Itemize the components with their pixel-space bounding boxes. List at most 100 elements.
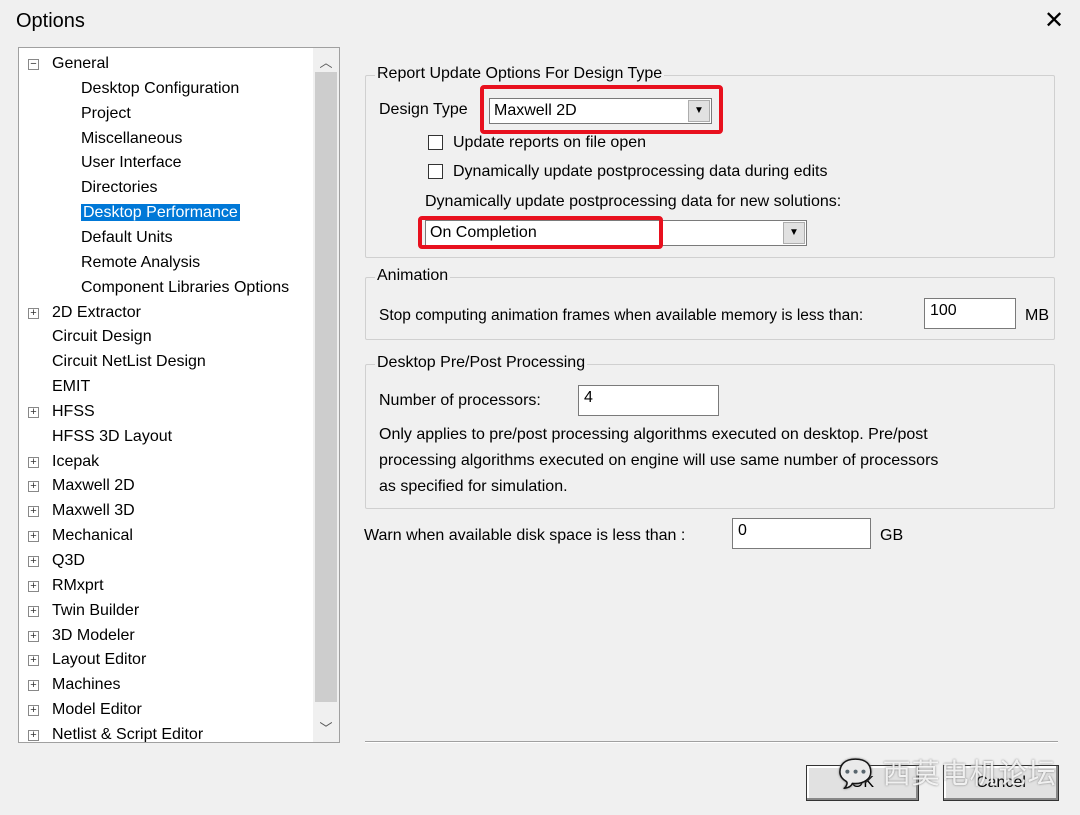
note-line: as specified for simulation. bbox=[379, 478, 568, 495]
expand-icon[interactable]: + bbox=[28, 456, 39, 468]
dynamic-edits-checkbox[interactable] bbox=[428, 164, 443, 179]
tree-item[interactable]: Directories bbox=[81, 177, 157, 199]
tree-item-label: Maxwell 2D bbox=[52, 477, 135, 495]
separator bbox=[365, 741, 1058, 743]
tree-item-label: Icepak bbox=[52, 452, 100, 470]
processors-label: Number of processors: bbox=[379, 392, 541, 409]
update-on-open-checkbox[interactable] bbox=[428, 135, 443, 150]
tree-item-label: Circuit Design bbox=[52, 328, 152, 346]
wechat-icon: 💬 bbox=[838, 758, 874, 789]
tree-item-label: Component Libraries Options bbox=[81, 278, 290, 296]
expand-icon[interactable]: + bbox=[28, 307, 39, 319]
chevron-down-icon[interactable]: ▼ bbox=[783, 222, 805, 244]
tree-item-label: Layout Editor bbox=[52, 651, 147, 669]
tree-item[interactable]: Component Libraries Options bbox=[81, 277, 289, 299]
tree-item-label: Circuit NetList Design bbox=[52, 353, 206, 371]
watermark-logo: 💬 西莫电机论坛 bbox=[838, 758, 1057, 789]
expand-icon[interactable]: + bbox=[28, 406, 39, 418]
tree-item[interactable]: Default Units bbox=[81, 227, 173, 249]
tree-scrollbar[interactable]: ︿ ﹀ bbox=[313, 48, 339, 742]
dynamic-edits-label: Dynamically update postprocessing data d… bbox=[453, 163, 828, 180]
tree-item[interactable]: Netlist & Script Editor bbox=[52, 724, 204, 743]
disk-space-input[interactable]: 0 bbox=[732, 518, 871, 549]
group-label: Report Update Options For Design Type bbox=[375, 65, 665, 83]
scroll-down-icon[interactable]: ﹀ bbox=[313, 718, 339, 737]
design-type-label: Design Type bbox=[379, 101, 468, 118]
tree-item[interactable]: Miscellaneous bbox=[81, 128, 182, 150]
tree-item[interactable]: Twin Builder bbox=[52, 600, 139, 622]
highlight-box bbox=[480, 85, 723, 134]
disk-space-label: Warn when available disk space is less t… bbox=[364, 527, 686, 544]
options-tree[interactable]: − General Desktop Configuration Project Misc… bbox=[18, 47, 340, 743]
new-solutions-label: Dynamically update postprocessing data f… bbox=[425, 193, 842, 210]
group-label: Desktop Pre/Post Processing bbox=[375, 354, 588, 372]
expand-icon[interactable]: + bbox=[28, 705, 39, 717]
tree-item[interactable]: Circuit Design bbox=[52, 326, 152, 348]
tree-item-label: Q3D bbox=[52, 552, 85, 569]
tree-item[interactable]: EMIT bbox=[52, 376, 90, 398]
animation-memory-label: Stop computing animation frames when ava… bbox=[379, 307, 864, 324]
expand-icon[interactable]: + bbox=[28, 630, 39, 642]
group-label: Animation bbox=[375, 267, 451, 285]
tree-item[interactable]: Icepak bbox=[52, 451, 99, 473]
tree-item[interactable]: Desktop Performance bbox=[81, 202, 240, 224]
tree-item-label: EMIT bbox=[52, 378, 91, 396]
expand-icon[interactable]: + bbox=[28, 605, 39, 617]
tree-item[interactable]: Mechanical bbox=[52, 525, 133, 547]
scrollbar-thumb[interactable] bbox=[315, 72, 337, 702]
tree-item-label: Miscellaneous bbox=[81, 129, 183, 147]
tree-item-label: Remote Analysis bbox=[81, 253, 201, 271]
processors-input[interactable]: 4 bbox=[578, 385, 719, 416]
tree-item[interactable]: Desktop Configuration bbox=[81, 78, 239, 100]
tree-item[interactable]: RMxprt bbox=[52, 575, 104, 597]
tree-item-label: HFSS 3D Layout bbox=[52, 427, 173, 445]
tree-item[interactable]: Remote Analysis bbox=[81, 252, 200, 274]
tree-item[interactable]: HFSS bbox=[52, 401, 95, 423]
tree-item-label: Project bbox=[81, 104, 131, 122]
tree-item-label: User Interface bbox=[81, 154, 182, 172]
tree-item-label: Default Units bbox=[81, 228, 173, 246]
window-title: Options bbox=[16, 10, 85, 32]
animation-memory-input[interactable]: 100 bbox=[924, 298, 1016, 329]
note-line: processing algorithms executed on engine… bbox=[379, 452, 939, 469]
expand-icon[interactable]: + bbox=[28, 481, 39, 493]
tree-item-label: General bbox=[52, 55, 109, 72]
tree-item-label: Desktop Configuration bbox=[81, 79, 240, 97]
tree-item-label: Machines bbox=[52, 676, 121, 694]
expand-icon[interactable]: + bbox=[28, 531, 39, 543]
expand-icon[interactable]: + bbox=[28, 580, 39, 592]
tree-item-label: Twin Builder bbox=[52, 601, 140, 619]
tree-item[interactable]: User Interface bbox=[81, 152, 181, 174]
expand-icon[interactable]: + bbox=[28, 680, 39, 692]
tree-item-label: RMxprt bbox=[52, 576, 104, 594]
collapse-icon[interactable]: − bbox=[28, 59, 39, 70]
note-line: Only applies to pre/post processing algo… bbox=[379, 426, 928, 443]
scroll-up-icon[interactable]: ︿ bbox=[313, 52, 339, 71]
expand-icon[interactable]: + bbox=[28, 556, 39, 567]
tree-item-label: Desktop Performance bbox=[81, 204, 240, 222]
tree-item-label: 2D Extractor bbox=[52, 303, 141, 321]
tree-item-label: 3D Modeler bbox=[52, 626, 135, 644]
tree-item-label: Directories bbox=[81, 179, 158, 197]
highlight-box bbox=[418, 216, 663, 249]
tree-item-label: Mechanical bbox=[52, 527, 133, 545]
tree-item[interactable]: Maxwell 3D bbox=[52, 500, 135, 522]
tree-item-label: HFSS bbox=[52, 402, 95, 420]
tree-item[interactable]: 3D Modeler bbox=[52, 625, 135, 647]
tree-item[interactable]: 2D Extractor bbox=[52, 302, 141, 324]
tree-item[interactable]: Circuit NetList Design bbox=[52, 351, 206, 373]
tree-item[interactable]: HFSS 3D Layout bbox=[52, 426, 172, 448]
close-icon[interactable]: ✕ bbox=[1040, 6, 1068, 35]
tree-item[interactable]: General bbox=[52, 53, 109, 75]
tree-item[interactable]: Model Editor bbox=[52, 699, 142, 721]
expand-icon[interactable]: + bbox=[28, 655, 39, 667]
gb-unit: GB bbox=[880, 527, 904, 544]
tree-item[interactable]: Maxwell 2D bbox=[52, 475, 135, 497]
tree-item[interactable]: Layout Editor bbox=[52, 649, 146, 671]
expand-icon[interactable]: + bbox=[28, 729, 39, 741]
tree-item[interactable]: Project bbox=[81, 103, 131, 125]
tree-item[interactable]: Q3D bbox=[52, 550, 85, 572]
tree-item-label: Netlist & Script Editor bbox=[52, 725, 204, 743]
tree-item[interactable]: Machines bbox=[52, 674, 120, 696]
expand-icon[interactable]: + bbox=[28, 506, 39, 518]
